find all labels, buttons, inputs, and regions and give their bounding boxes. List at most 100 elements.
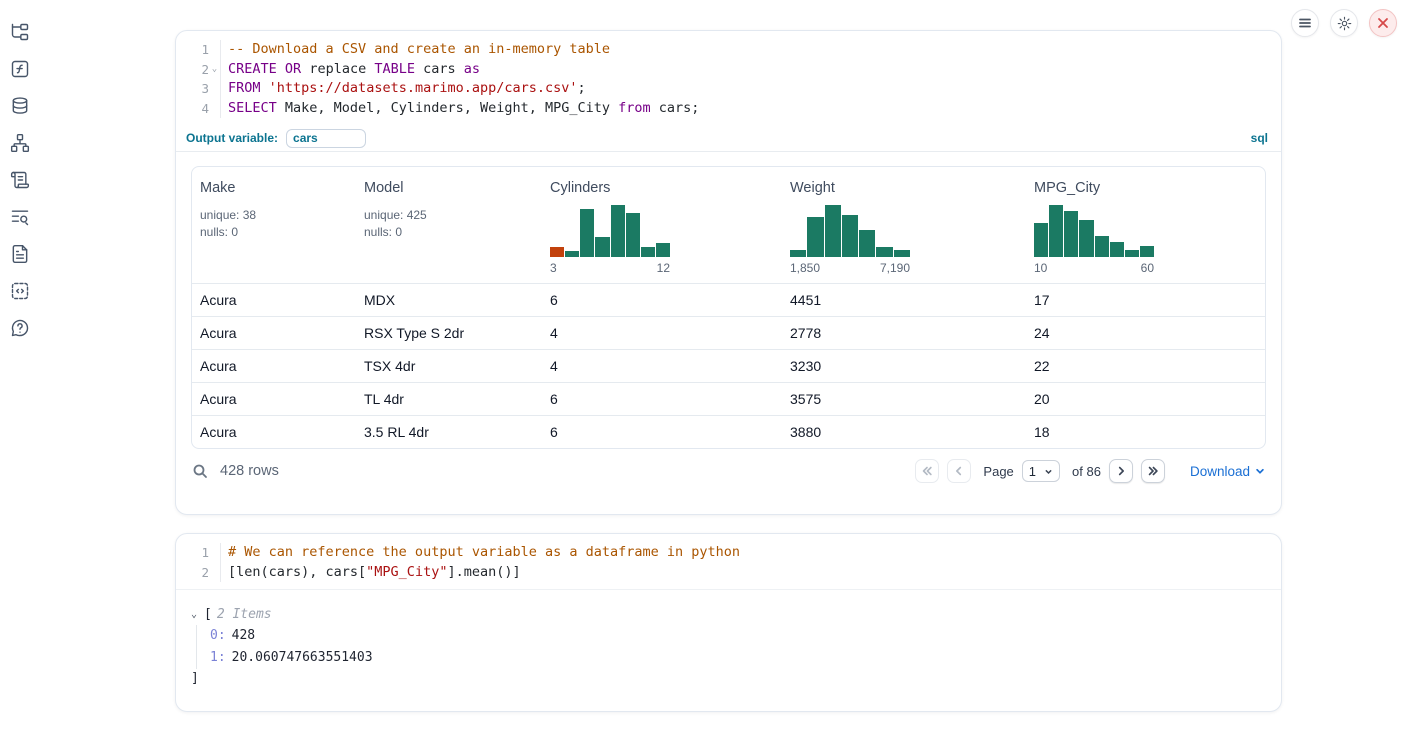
fold-gutter — [209, 99, 221, 119]
histogram-bar[interactable] — [565, 251, 579, 258]
download-button[interactable]: Download — [1190, 464, 1265, 479]
last-page-button[interactable] — [1141, 459, 1165, 483]
fold-gutter — [209, 543, 221, 563]
histogram-bar[interactable] — [876, 247, 892, 257]
database-icon[interactable] — [9, 95, 31, 117]
file-tree-icon[interactable] — [9, 21, 31, 43]
table-row[interactable]: AcuraRSX Type S 2dr4277824 — [192, 316, 1265, 349]
histogram-bar[interactable] — [790, 250, 806, 258]
chevrons-left-icon — [921, 465, 933, 477]
histogram-bar[interactable] — [1079, 220, 1093, 257]
histogram-bar[interactable] — [611, 205, 625, 257]
python-code-editor[interactable]: 1# We can reference the output variable … — [176, 534, 1281, 590]
histogram-bar[interactable] — [1140, 246, 1154, 257]
search-icon[interactable] — [192, 463, 208, 479]
histogram-bar[interactable] — [1049, 205, 1063, 257]
table-cell: 3880 — [782, 424, 1026, 440]
column-header-mpg_city[interactable]: MPG_City 1060 — [1026, 167, 1265, 283]
histogram-bar[interactable] — [626, 213, 640, 257]
histogram-bar[interactable] — [641, 247, 655, 257]
histogram-bar[interactable] — [825, 205, 841, 257]
code-line[interactable]: 2⌄CREATE OR replace TABLE cars as — [176, 60, 1281, 80]
logs-search-icon[interactable] — [9, 206, 31, 228]
output-entries: 0:4281:20.060747663551403 — [196, 625, 1265, 669]
settings-button[interactable] — [1330, 9, 1358, 37]
dependency-graph-icon[interactable] — [9, 132, 31, 154]
first-page-button[interactable] — [915, 459, 939, 483]
histogram-axis-labels: 312 — [550, 261, 670, 275]
column-histogram[interactable]: 1060 — [1034, 205, 1154, 275]
histogram-bar[interactable] — [580, 209, 594, 258]
histogram-bar[interactable] — [656, 243, 670, 258]
chevron-left-icon — [953, 465, 965, 477]
fold-gutter — [209, 40, 221, 60]
page-number-select[interactable]: 1 — [1022, 460, 1060, 482]
column-histogram[interactable]: 1,8507,190 — [790, 205, 910, 275]
menu-button[interactable] — [1291, 9, 1319, 37]
sql-code-editor[interactable]: 1-- Download a CSV and create an in-memo… — [176, 31, 1281, 125]
histogram-bar[interactable] — [1095, 236, 1109, 257]
scratchpad-scroll-icon[interactable] — [9, 169, 31, 191]
table-cell: 3575 — [782, 391, 1026, 407]
prev-page-button[interactable] — [947, 459, 971, 483]
table-row[interactable]: AcuraMDX6445117 — [192, 283, 1265, 316]
table-row[interactable]: Acura3.5 RL 4dr6388018 — [192, 415, 1265, 448]
histogram-bar[interactable] — [1034, 223, 1048, 257]
line-number: 1 — [201, 40, 209, 60]
table-row[interactable]: AcuraTL 4dr6357520 — [192, 382, 1265, 415]
table-footer: 428 rows Page 1 of 86 Download — [192, 449, 1265, 493]
table-cell: 17 — [1026, 292, 1265, 308]
table-cell: 20 — [1026, 391, 1265, 407]
column-histogram[interactable]: 312 — [550, 205, 670, 275]
topbar — [1291, 9, 1397, 37]
column-label: MPG_City — [1034, 180, 1257, 196]
code-line[interactable]: 4SELECT Make, Model, Cylinders, Weight, … — [176, 99, 1281, 119]
line-number: 2 — [201, 563, 209, 583]
table-cell: Acura — [192, 358, 356, 374]
table-cell: 24 — [1026, 325, 1265, 341]
menu-icon — [1298, 16, 1312, 30]
fold-chevron-icon[interactable]: ⌄ — [209, 60, 221, 80]
fold-gutter — [209, 563, 221, 583]
column-header-cylinders[interactable]: Cylinders312 — [542, 167, 782, 283]
code-line[interactable]: 2[len(cars), cars["MPG_City"].mean()] — [176, 563, 1281, 583]
histogram-bar[interactable] — [842, 215, 858, 258]
function-icon[interactable] — [9, 58, 31, 80]
histogram-bar[interactable] — [1125, 250, 1139, 258]
line-number: 2 — [201, 60, 209, 80]
code-line[interactable]: 3FROM 'https://datasets.marimo.app/cars.… — [176, 79, 1281, 99]
table-row[interactable]: AcuraTSX 4dr4323022 — [192, 349, 1265, 382]
code-line[interactable]: 1-- Download a CSV and create an in-memo… — [176, 40, 1281, 60]
histogram-bar[interactable] — [1110, 242, 1124, 258]
histogram-bar[interactable] — [595, 237, 609, 258]
code-line[interactable]: 1# We can reference the output variable … — [176, 543, 1281, 563]
column-header-weight[interactable]: Weight1,8507,190 — [782, 167, 1026, 283]
snippets-code-icon[interactable] — [9, 280, 31, 302]
table-body: AcuraMDX6445117AcuraRSX Type S 2dr427782… — [192, 283, 1265, 448]
table-header: Makeunique: 38nulls: 0Modelunique: 425nu… — [192, 167, 1265, 283]
table-cell: 3230 — [782, 358, 1026, 374]
histogram-bar[interactable] — [894, 250, 910, 257]
histogram-bar[interactable] — [1064, 211, 1078, 257]
column-header-make[interactable]: Makeunique: 38nulls: 0 — [192, 167, 356, 283]
shutdown-close-icon — [1377, 17, 1389, 29]
language-badge[interactable]: sql — [1251, 131, 1268, 145]
output-tree-toggle[interactable]: ⌄[2 Items — [191, 603, 1265, 625]
output-variable-input[interactable] — [286, 129, 366, 148]
help-icon[interactable] — [9, 317, 31, 339]
table-cell: 6 — [542, 292, 782, 308]
code-text: # We can reference the output variable a… — [221, 543, 740, 563]
column-stats: unique: 425nulls: 0 — [364, 207, 534, 240]
table-cell: 22 — [1026, 358, 1265, 374]
next-page-button[interactable] — [1109, 459, 1133, 483]
histogram-bar[interactable] — [807, 217, 823, 258]
sql-cell: 1-- Download a CSV and create an in-memo… — [175, 30, 1282, 515]
documentation-icon[interactable] — [9, 243, 31, 265]
output-variable-label: Output variable: — [186, 131, 278, 145]
column-header-model[interactable]: Modelunique: 425nulls: 0 — [356, 167, 542, 283]
table-cell: TSX 4dr — [356, 358, 542, 374]
histogram-bar[interactable] — [859, 230, 875, 258]
table-cell: MDX — [356, 292, 542, 308]
histogram-bar[interactable] — [550, 247, 564, 257]
shutdown-button[interactable] — [1369, 9, 1397, 37]
